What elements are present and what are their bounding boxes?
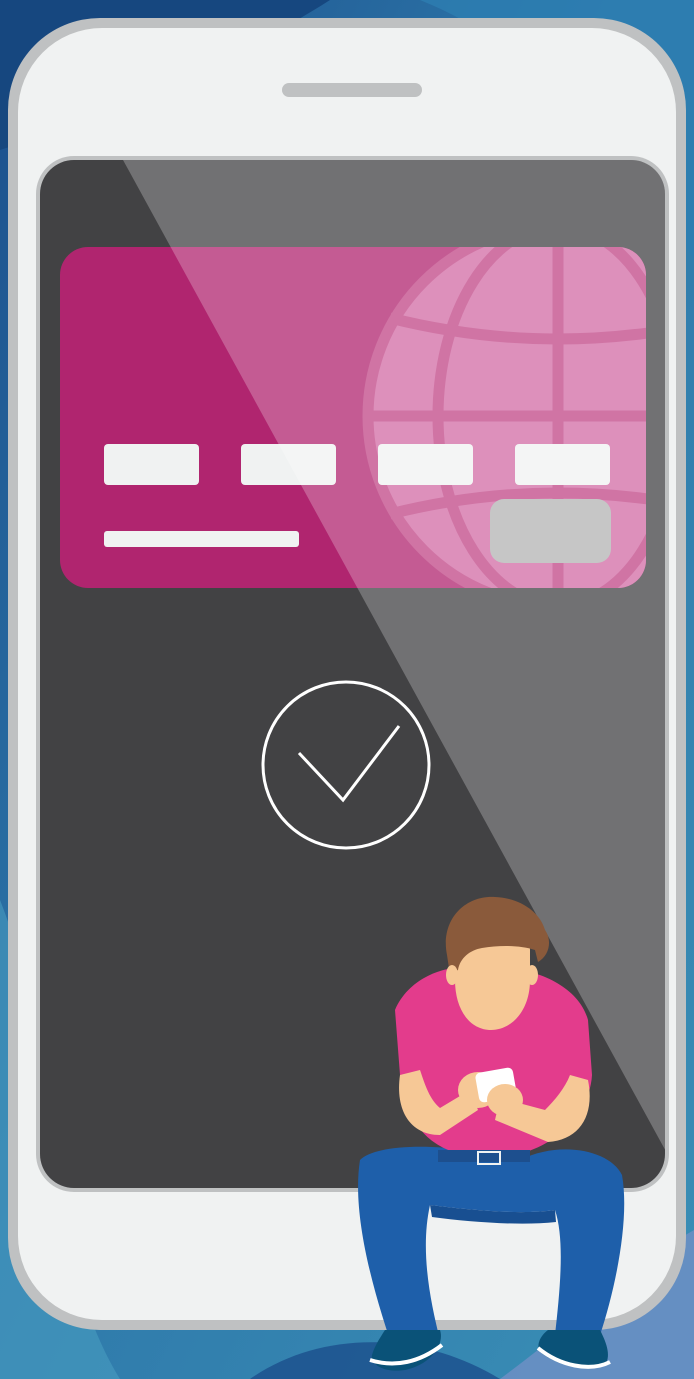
- phone-speaker: [282, 83, 422, 97]
- illustration-scene: [0, 0, 694, 1379]
- card-holder-line: [104, 531, 299, 547]
- card-number-group-1: [104, 444, 199, 485]
- illustration-canvas: [0, 0, 694, 1379]
- phone-screen: [40, 160, 665, 1188]
